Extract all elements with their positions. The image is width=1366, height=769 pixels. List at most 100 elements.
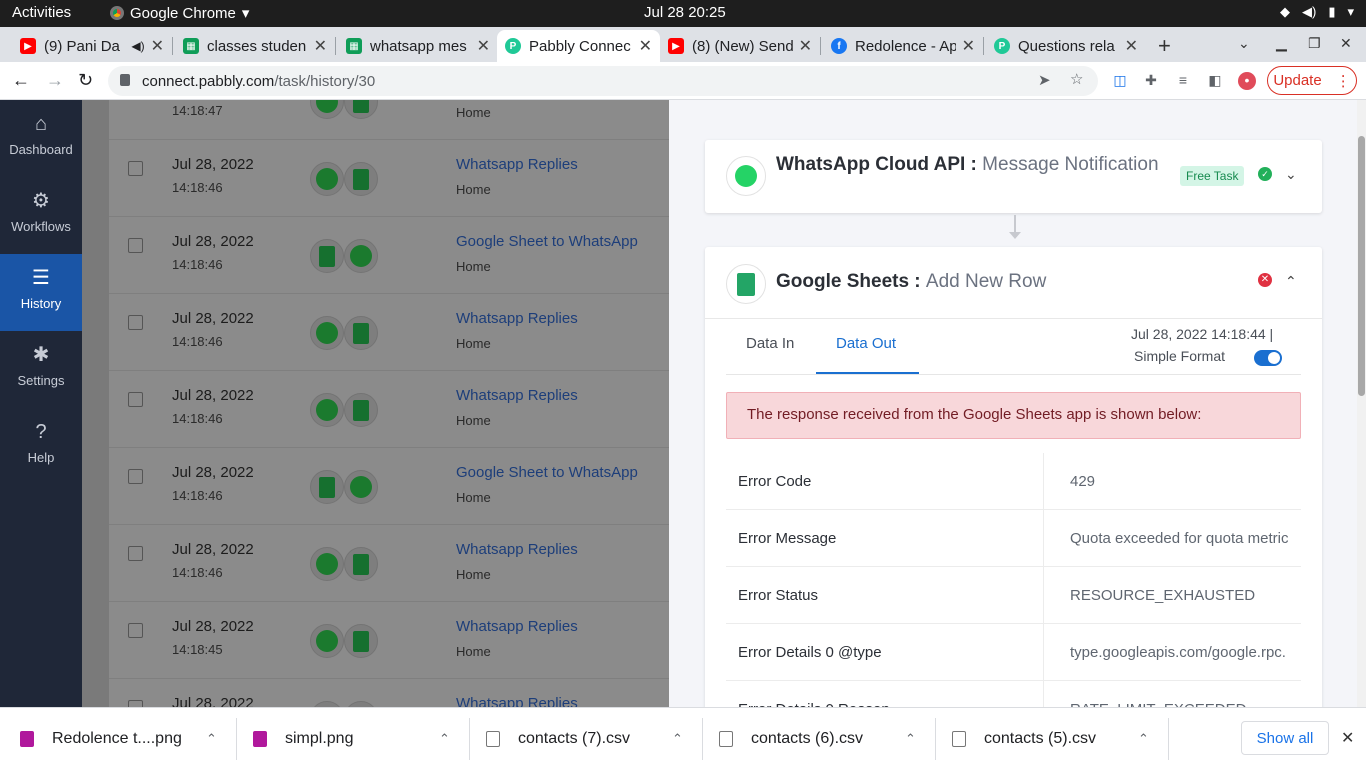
address-bar[interactable]: connect.pabbly.com/task/history/30 ➤ ☆ [108, 66, 1098, 96]
workflow-name-link[interactable]: Whatsapp Replies [456, 387, 578, 404]
tab-data-out[interactable]: Data Out [836, 335, 896, 352]
chevron-up-icon[interactable]: ⌃ [439, 731, 450, 747]
close-tab-icon[interactable]: ✕ [314, 36, 327, 56]
send-to-devices-icon[interactable]: ➤ [1038, 71, 1051, 89]
row-checkbox[interactable] [128, 546, 143, 561]
row-checkbox[interactable] [128, 623, 143, 638]
table-row[interactable]: Jul 28, 2022 14:18:46 Google Sheet to What… [109, 448, 669, 525]
media-control-icon[interactable]: ≡ [1174, 72, 1192, 90]
table-row[interactable]: Jul 28, 2022 14:18:45 Whatsapp Replies Home [109, 602, 669, 679]
sheets-app-badge [310, 470, 344, 504]
kebab-menu-icon[interactable]: ⋮ [1336, 72, 1351, 90]
forward-arrow-icon[interactable]: → [46, 70, 64, 91]
table-row[interactable]: Jul 28, 2022 Whatsapp Replies [109, 679, 669, 707]
download-item[interactable]: Redolence t....png ⌃ [20, 708, 217, 769]
chevron-down-icon[interactable]: ⌄ [1285, 166, 1297, 183]
close-downloads-icon[interactable]: ✕ [1341, 728, 1354, 748]
scrollbar-thumb[interactable] [1358, 136, 1365, 396]
close-tab-icon[interactable]: ✕ [477, 36, 490, 56]
app-menu[interactable]: Google Chrome ▾ [110, 4, 249, 22]
row-date: Jul 28, 2022 [172, 310, 254, 327]
close-tab-icon[interactable]: ✕ [639, 36, 652, 56]
tab-youtube-pani-da[interactable]: ▶ (9) Pani Da ◀) ✕ [12, 30, 172, 62]
table-row[interactable]: Jul 28, 2022 14:18:46 Whatsapp Replies Home [109, 140, 669, 217]
app-sidebar: ⌂ Dashboard ⚙ Workflows ☰ History ✱ Sett… [0, 100, 82, 707]
pabbly-icon: P [505, 38, 521, 54]
bookmark-star-icon[interactable]: ☆ [1070, 70, 1083, 88]
row-checkbox[interactable] [128, 700, 143, 707]
show-all-downloads-button[interactable]: Show all [1241, 721, 1329, 755]
row-checkbox[interactable] [128, 238, 143, 253]
chevron-up-icon[interactable]: ⌃ [206, 731, 217, 747]
power-menu-icon: ▾ [1347, 4, 1354, 19]
table-row[interactable]: Jul 28, 2022 14:18:46 Whatsapp Replies Home [109, 294, 669, 371]
row-checkbox[interactable] [128, 315, 143, 330]
close-tab-icon[interactable]: ✕ [799, 36, 812, 56]
clock[interactable]: Jul 28 20:25 [644, 4, 726, 21]
tab-classes-sheet[interactable]: ▦ classes studen ✕ [175, 30, 335, 62]
free-task-badge: Free Task [1180, 166, 1245, 186]
reload-icon[interactable]: ↻ [78, 70, 93, 91]
panel-scrollbar[interactable] [1357, 100, 1366, 707]
maximize-icon[interactable]: ❐ [1308, 35, 1321, 52]
close-tab-icon[interactable]: ✕ [1125, 36, 1138, 56]
audio-playing-icon[interactable]: ◀) [131, 39, 144, 53]
workflow-name-link[interactable]: Whatsapp Replies [456, 310, 578, 327]
tab-redolence-facebook[interactable]: f Redolence - Ap ✕ [823, 30, 983, 62]
simple-format-toggle[interactable] [1254, 350, 1282, 366]
workflow-name-link[interactable]: Whatsapp Replies [456, 156, 578, 173]
close-tab-icon[interactable]: ✕ [151, 36, 164, 56]
tab-whatsapp-sheet[interactable]: ▦ whatsapp mes ✕ [338, 30, 498, 62]
workflow-name-link[interactable]: Google Sheet to WhatsApp [456, 233, 638, 250]
row-time: 14:18:46 [172, 180, 223, 195]
workflow-name-link[interactable]: Whatsapp Replies [456, 618, 578, 635]
update-button[interactable]: Update ⋮ [1267, 66, 1357, 95]
tab-search-icon[interactable]: ⌄ [1238, 35, 1250, 52]
workflow-name-link[interactable]: Whatsapp Replies [456, 695, 578, 707]
row-checkbox[interactable] [128, 469, 143, 484]
sidebar-item-workflows[interactable]: ⚙ Workflows [0, 177, 82, 254]
workflow-name-link[interactable]: Whatsapp Replies [456, 541, 578, 558]
chevron-up-icon[interactable]: ⌃ [905, 731, 916, 747]
tab-youtube-new-send[interactable]: ▶ (8) (New) Send ✕ [660, 30, 820, 62]
step-card-whatsapp[interactable]: WhatsApp Cloud API : Message Notificatio… [705, 140, 1322, 213]
row-checkbox[interactable] [128, 392, 143, 407]
sidebar-item-help[interactable]: ? Help [0, 408, 82, 485]
table-row[interactable]: Jul 28, 2022 14:18:46 Whatsapp Replies Home [109, 371, 669, 448]
tab-questions-pabbly[interactable]: P Questions rela ✕ [986, 30, 1146, 62]
table-row[interactable]: Jul 28, 2022 14:18:46 Whatsapp Replies Home [109, 525, 669, 602]
step-card-google-sheets: Google Sheets : Add New Row ✕ ⌃ Data In … [705, 247, 1322, 707]
task-history-table: 14:18:47 Home Jul 28, 2022 14:18:46 Whatsapp… [109, 100, 669, 707]
workflow-name-link[interactable]: Google Sheet to WhatsApp [456, 464, 638, 481]
system-tray[interactable]: ◆ ◀) ▮ ▾ [1280, 4, 1354, 20]
side-panel-icon[interactable]: ◧ [1206, 72, 1224, 90]
chevron-up-icon[interactable]: ⌃ [672, 731, 683, 747]
step-header[interactable]: Google Sheets : Add New Row ✕ ⌃ [705, 247, 1322, 319]
download-item[interactable]: contacts (5).csv ⌃ [952, 708, 1149, 769]
chevron-up-icon[interactable]: ⌃ [1138, 731, 1149, 747]
download-item[interactable]: contacts (6).csv ⌃ [719, 708, 916, 769]
back-arrow-icon[interactable]: ← [12, 70, 30, 91]
extension-translate-icon[interactable]: ◫ [1111, 72, 1129, 90]
download-separator [1168, 718, 1169, 760]
new-tab-icon[interactable]: + [1158, 33, 1171, 59]
chevron-up-icon[interactable]: ⌃ [1285, 273, 1297, 290]
sidebar-item-history[interactable]: ☰ History [0, 254, 82, 331]
activities-button[interactable]: Activities [12, 4, 71, 21]
sidebar-item-dashboard[interactable]: ⌂ Dashboard [0, 100, 82, 177]
tab-data-in[interactable]: Data In [746, 335, 794, 352]
download-item[interactable]: contacts (7).csv ⌃ [486, 708, 683, 769]
extensions-puzzle-icon[interactable]: ✚ [1142, 72, 1160, 90]
minimize-icon[interactable]: ▁ [1276, 35, 1287, 52]
sidebar-item-label: Settings [17, 373, 65, 388]
profile-avatar[interactable]: • [1238, 72, 1256, 90]
tab-pabbly-connect[interactable]: P Pabbly Connec ✕ [497, 30, 660, 62]
sidebar-item-settings[interactable]: ✱ Settings [0, 331, 82, 408]
facebook-icon: f [831, 38, 847, 54]
table-row[interactable]: Jul 28, 2022 14:18:46 Google Sheet to What… [109, 217, 669, 294]
close-tab-icon[interactable]: ✕ [962, 36, 975, 56]
table-row[interactable]: 14:18:47 Home [109, 100, 669, 140]
download-item[interactable]: simpl.png ⌃ [253, 708, 450, 769]
row-checkbox[interactable] [128, 161, 143, 176]
close-window-icon[interactable]: ✕ [1340, 35, 1352, 52]
